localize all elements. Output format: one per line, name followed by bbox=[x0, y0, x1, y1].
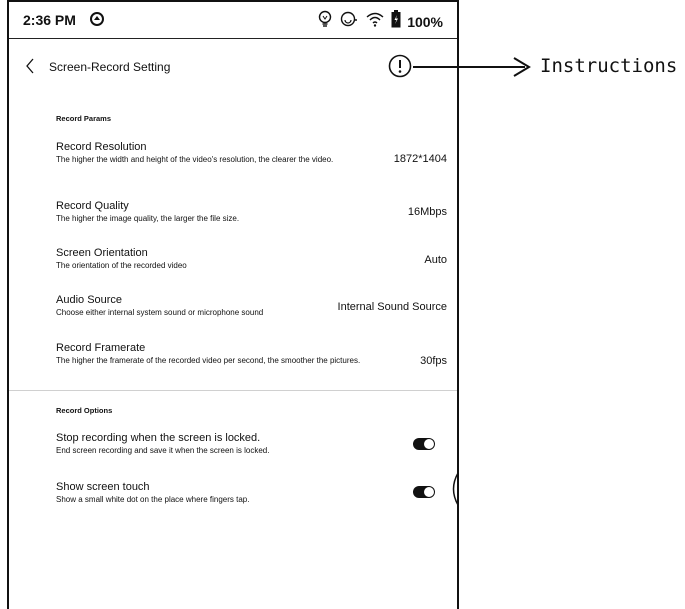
option-description: End screen recording and save it when th… bbox=[56, 446, 270, 455]
annotation-label: Instructions bbox=[540, 55, 678, 77]
option-row-show-touch[interactable]: Show screen touch Show a small white dot… bbox=[56, 481, 447, 505]
device-screen: 2:36 PM 100% Screen-Record Setting Recor… bbox=[7, 0, 459, 609]
refresh-icon bbox=[339, 10, 359, 33]
arrow-right-icon bbox=[512, 56, 532, 83]
setting-description: The higher the width and height of the v… bbox=[56, 155, 334, 164]
setting-description: The higher the framerate of the recorded… bbox=[56, 356, 361, 365]
setting-row-resolution[interactable]: Record Resolution The higher the width a… bbox=[56, 141, 447, 165]
info-icon[interactable] bbox=[388, 54, 412, 83]
setting-description: Choose either internal system sound or m… bbox=[56, 308, 264, 317]
status-bar: 2:36 PM 100% bbox=[9, 2, 457, 39]
section-title-record-params: Record Params bbox=[56, 114, 112, 123]
bulb-icon bbox=[317, 10, 333, 33]
section-title-record-options: Record Options bbox=[56, 406, 113, 415]
setting-row-orientation[interactable]: Screen Orientation The orientation of th… bbox=[56, 247, 447, 271]
setting-value: 30fps bbox=[420, 355, 447, 367]
setting-row-quality[interactable]: Record Quality The higher the image qual… bbox=[56, 200, 447, 224]
option-title: Stop recording when the screen is locked… bbox=[56, 432, 261, 444]
option-title: Show screen touch bbox=[56, 481, 150, 493]
sync-icon bbox=[89, 11, 105, 32]
battery-icon bbox=[391, 10, 401, 33]
setting-title: Record Quality bbox=[56, 200, 129, 212]
touch-bracket-icon bbox=[448, 472, 460, 511]
stop-on-lock-toggle[interactable] bbox=[413, 438, 435, 450]
setting-value: Internal Sound Source bbox=[337, 301, 447, 313]
status-icons: 100% bbox=[317, 10, 443, 33]
back-chevron-icon[interactable] bbox=[25, 58, 35, 79]
option-row-stop-on-lock[interactable]: Stop recording when the screen is locked… bbox=[56, 432, 447, 456]
page-title: Screen-Record Setting bbox=[49, 60, 171, 74]
setting-value: Auto bbox=[424, 254, 447, 266]
show-touch-toggle[interactable] bbox=[413, 486, 435, 498]
setting-title: Record Framerate bbox=[56, 342, 146, 354]
setting-title: Record Resolution bbox=[56, 141, 147, 153]
annotation-line bbox=[413, 66, 525, 68]
setting-value: 16Mbps bbox=[407, 206, 447, 218]
section-divider bbox=[9, 390, 457, 391]
setting-description: The higher the image quality, the larger… bbox=[56, 214, 240, 223]
status-time: 2:36 PM bbox=[23, 12, 76, 28]
setting-value: 1872*1404 bbox=[393, 153, 447, 165]
setting-description: The orientation of the recorded video bbox=[56, 261, 187, 270]
wifi-icon bbox=[365, 11, 385, 32]
setting-row-audio-source[interactable]: Audio Source Choose either internal syst… bbox=[56, 294, 447, 318]
option-description: Show a small white dot on the place wher… bbox=[56, 495, 250, 504]
setting-row-framerate[interactable]: Record Framerate The higher the framerat… bbox=[56, 342, 447, 367]
setting-title: Screen Orientation bbox=[56, 247, 148, 259]
battery-percent: 100% bbox=[407, 13, 443, 30]
